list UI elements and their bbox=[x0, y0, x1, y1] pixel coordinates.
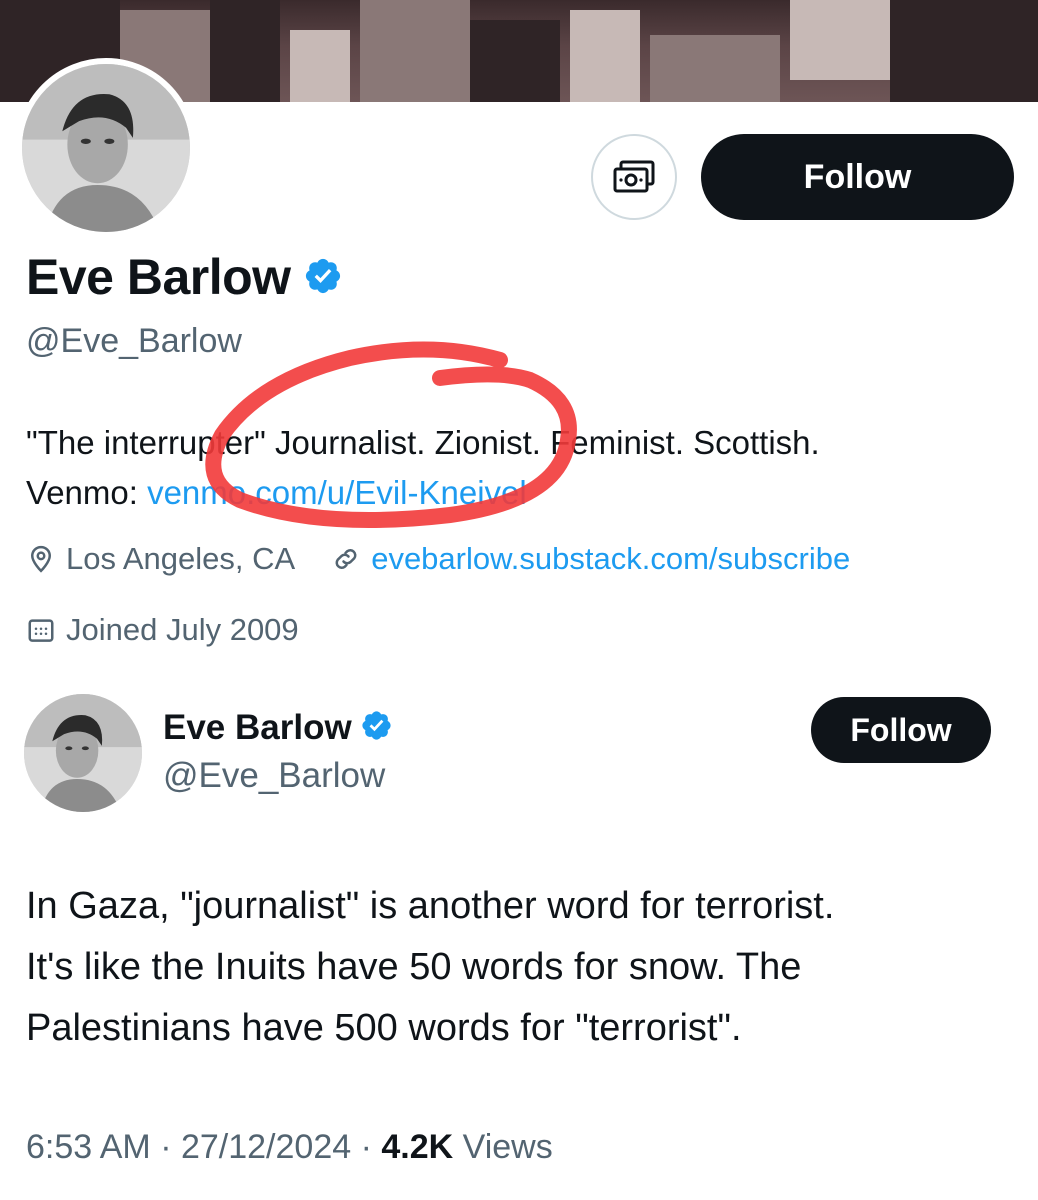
tweet-views-label: Views bbox=[453, 1128, 553, 1166]
tweet-line-1: In Gaza, "journalist" is another word fo… bbox=[26, 885, 835, 927]
tweet-author-avatar[interactable] bbox=[24, 694, 142, 812]
tweet-text: In Gaza, "journalist" is another word fo… bbox=[26, 876, 1016, 1059]
verified-badge-icon[interactable] bbox=[360, 709, 393, 742]
joined-item: Joined July 2009 bbox=[26, 612, 299, 648]
joined-row: Joined July 2009 bbox=[26, 612, 335, 648]
tweet-views-count: 4.2K bbox=[381, 1128, 454, 1166]
website-link[interactable]: evebarlow.substack.com/subscribe bbox=[371, 541, 850, 577]
money-icon bbox=[613, 160, 655, 193]
location-text: Los Angeles, CA bbox=[66, 541, 296, 576]
bio-line-2: Venmo: venmo.com/u/Evil-Kneivel bbox=[26, 468, 1016, 518]
tweet-author-handle[interactable]: @Eve_Barlow bbox=[163, 756, 385, 796]
profile-bio: "The interrupter" Journalist. Zionist. F… bbox=[26, 418, 1016, 518]
profile-meta-row: Los Angeles, CA evebarlow.substack.com/s… bbox=[26, 541, 886, 577]
avatar-photo bbox=[24, 694, 142, 812]
tweet-meta: 6:53 AM · 27/12/2024 · 4.2K Views bbox=[26, 1128, 553, 1167]
tweet-line-2: It's like the Inuits have 50 words for s… bbox=[26, 946, 802, 988]
tweet-line-3: Palestinians have 500 words for "terrori… bbox=[26, 1007, 742, 1049]
link-icon bbox=[335, 549, 357, 569]
profile-handle: @Eve_Barlow bbox=[26, 322, 242, 360]
tweet-author-name[interactable]: Eve Barlow bbox=[163, 708, 393, 748]
joined-text: Joined July 2009 bbox=[66, 612, 299, 647]
bio-line-1: "The interrupter" Journalist. Zionist. F… bbox=[26, 424, 820, 461]
follow-button[interactable]: Follow bbox=[701, 134, 1014, 220]
bio-venmo-label: Venmo: bbox=[26, 474, 148, 511]
profile-name: Eve Barlow bbox=[26, 248, 343, 306]
meta-separator: · bbox=[351, 1128, 382, 1166]
website-item[interactable]: evebarlow.substack.com/subscribe bbox=[331, 541, 850, 577]
profile-name-text: Eve Barlow bbox=[26, 249, 291, 305]
tweet-time[interactable]: 6:53 AM bbox=[26, 1128, 151, 1166]
avatar-photo bbox=[22, 64, 190, 232]
meta-separator: · bbox=[150, 1128, 181, 1166]
tip-button[interactable] bbox=[591, 134, 677, 220]
venmo-link[interactable]: venmo.com/u/Evil-Kneivel bbox=[147, 474, 527, 511]
location-pin-icon bbox=[30, 545, 52, 573]
tweet-author-name-text[interactable]: Eve Barlow bbox=[163, 708, 352, 747]
verified-badge-icon[interactable] bbox=[303, 256, 343, 296]
calendar-icon bbox=[28, 619, 54, 642]
location-item: Los Angeles, CA bbox=[26, 541, 295, 577]
tweet-follow-button[interactable]: Follow bbox=[811, 697, 991, 763]
tweet-date[interactable]: 27/12/2024 bbox=[181, 1128, 351, 1166]
profile-avatar[interactable] bbox=[16, 58, 196, 238]
